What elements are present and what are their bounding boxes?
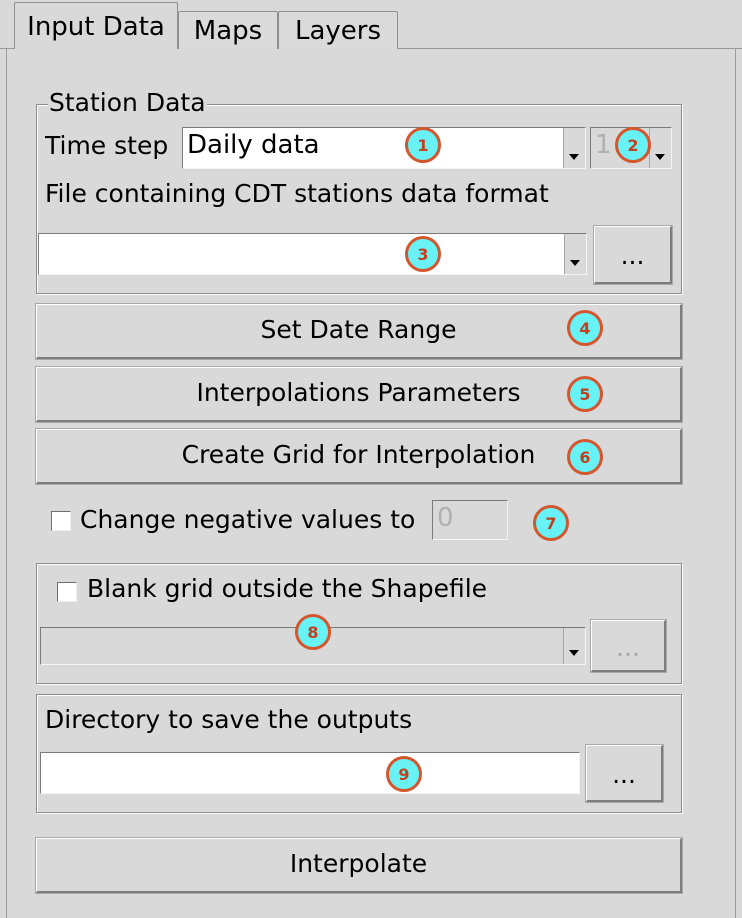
blank-grid-label: Blank grid outside the Shapefile [87, 574, 488, 603]
shapefile-browse-label: ... [616, 633, 640, 662]
marker-7: 7 [533, 505, 569, 541]
station-file-browse-label: ... [620, 241, 645, 270]
tab-input-data-label: Input Data [27, 12, 165, 42]
station-file-label: File containing CDT stations data format [45, 179, 549, 208]
tab-maps[interactable]: Maps [178, 11, 278, 49]
change-negative-label: Change negative values to [80, 505, 416, 534]
tab-layers-label: Layers [294, 16, 382, 46]
tab-input-data[interactable]: Input Data [14, 2, 178, 49]
negative-replacement-value: 0 [437, 503, 454, 533]
station-data-legend: Station Data [48, 88, 207, 117]
tab-layers[interactable]: Layers [278, 11, 398, 49]
marker-3: 3 [405, 236, 441, 272]
tab-maps-label: Maps [193, 16, 263, 46]
change-negative-checkbox[interactable] [51, 511, 71, 531]
marker-5: 5 [567, 376, 603, 412]
interpolate-label: Interpolate [289, 849, 428, 878]
shapefile-dropdown-icon[interactable] [563, 628, 585, 664]
time-step-dropdown-icon[interactable] [563, 128, 585, 168]
marker-9: 9 [386, 756, 422, 792]
time-step-label: Time step [45, 131, 169, 160]
station-file-combobox[interactable] [38, 233, 587, 275]
blank-grid-checkbox[interactable] [57, 582, 77, 602]
time-step-value: Daily data [187, 130, 320, 160]
station-file-dropdown-icon[interactable] [564, 234, 586, 274]
time-step-number-dropdown-icon[interactable] [649, 128, 671, 168]
marker-4: 4 [567, 310, 603, 346]
time-step-number-value: 1 [595, 130, 612, 160]
station-file-browse-button[interactable]: ... [593, 225, 673, 285]
marker-2: 2 [615, 127, 651, 163]
interpolate-button[interactable]: Interpolate [35, 837, 683, 894]
marker-1: 1 [405, 127, 441, 163]
marker-8: 8 [295, 614, 331, 650]
time-step-combobox[interactable]: Daily data [182, 127, 586, 169]
marker-6: 6 [567, 439, 603, 475]
negative-replacement-input[interactable]: 0 [432, 500, 508, 540]
shapefile-browse-button[interactable]: ... [590, 619, 667, 673]
output-directory-browse-label: ... [612, 760, 636, 789]
output-directory-browse-button[interactable]: ... [585, 744, 664, 803]
output-directory-input[interactable] [40, 752, 580, 794]
output-directory-label: Directory to save the outputs [45, 705, 413, 734]
